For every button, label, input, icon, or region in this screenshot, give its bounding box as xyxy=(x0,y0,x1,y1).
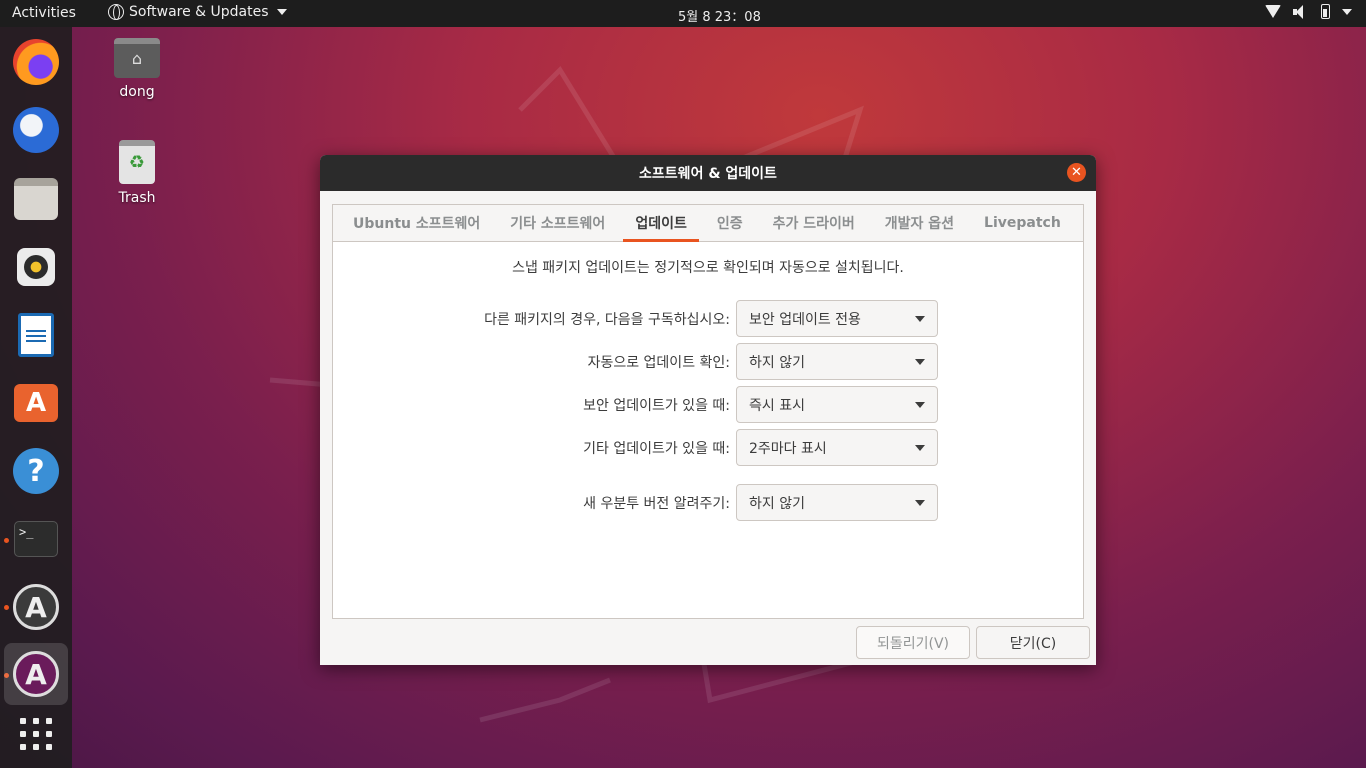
tab-notebook: Ubuntu 소프트웨어 기타 소프트웨어 업데이트 인증 추가 드라이버 개발… xyxy=(332,204,1084,619)
auto-check-label: 자동으로 업데이트 확인: xyxy=(587,354,730,371)
subscribe-select[interactable]: 보안 업데이트 전용 xyxy=(736,300,938,337)
software-updates-dialog: 소프트웨어 & 업데이트 ✕ Ubuntu 소프트웨어 기타 소프트웨어 업데이… xyxy=(320,155,1096,665)
snap-info-text: 스냅 패키지 업데이트는 정기적으로 확인되며 자동으로 설치됩니다. xyxy=(512,260,904,276)
new-version-label: 새 우분투 버전 알려주기: xyxy=(583,495,730,512)
dock-terminal[interactable]: >_ xyxy=(10,513,62,565)
top-bar: Activities Software & Updates 5월 8 23：08 xyxy=(0,0,1366,27)
software-icon: A xyxy=(14,384,58,422)
dock: A ? >_ A A xyxy=(0,27,72,768)
other-updates-select[interactable]: 2주마다 표시 xyxy=(736,429,938,466)
auto-check-select[interactable]: 하지 않기 xyxy=(736,343,938,380)
security-updates-value: 즉시 표시 xyxy=(749,397,805,414)
dock-writer[interactable] xyxy=(10,309,62,361)
subscribe-row: 다른 패키지의 경우, 다음을 구독하십시오: 보안 업데이트 전용 xyxy=(484,300,938,337)
writer-icon xyxy=(18,313,54,357)
tab-authentication[interactable]: 인증 xyxy=(705,205,755,241)
auto-check-value: 하지 않기 xyxy=(749,354,805,371)
chevron-down-icon xyxy=(276,9,287,15)
tab-livepatch[interactable]: Livepatch xyxy=(972,205,1073,241)
files-icon xyxy=(14,178,58,220)
dropdown-arrow-icon xyxy=(915,401,925,408)
new-version-row: 새 우분투 버전 알려주기: 하지 않기 xyxy=(583,484,938,521)
desktop-home-folder[interactable]: dong xyxy=(97,38,177,100)
dropdown-arrow-icon xyxy=(915,358,925,365)
desktop-trash[interactable]: Trash xyxy=(97,140,177,206)
subscribe-label: 다른 패키지의 경우, 다음을 구독하십시오: xyxy=(484,311,730,328)
show-apps-icon[interactable] xyxy=(20,718,52,750)
activities-button[interactable]: Activities xyxy=(12,5,76,21)
trash-label: Trash xyxy=(118,190,156,206)
system-menu[interactable] xyxy=(1265,4,1352,19)
battery-icon xyxy=(1321,4,1330,19)
close-button[interactable]: 닫기(C) xyxy=(976,626,1090,659)
revert-button[interactable]: 되돌리기(V) xyxy=(856,626,970,659)
software-updater-icon: A xyxy=(13,584,59,630)
app-menu[interactable]: Software & Updates xyxy=(108,4,287,20)
chevron-down-icon xyxy=(1342,8,1352,15)
dialog-titlebar[interactable]: 소프트웨어 & 업데이트 ✕ xyxy=(320,155,1096,191)
dock-software-properties[interactable]: A xyxy=(4,643,68,705)
trash-icon xyxy=(119,140,155,184)
running-indicator xyxy=(4,605,9,610)
app-menu-label: Software & Updates xyxy=(129,4,269,20)
security-updates-label: 보안 업데이트가 있을 때: xyxy=(583,397,730,414)
rhythmbox-icon xyxy=(17,248,55,286)
tab-developer-options[interactable]: 개발자 옵션 xyxy=(873,205,966,241)
home-folder-label: dong xyxy=(119,84,155,100)
running-indicator xyxy=(4,538,9,543)
dropdown-arrow-icon xyxy=(915,499,925,506)
other-updates-label: 기타 업데이트가 있을 때: xyxy=(583,440,730,457)
tab-bar: Ubuntu 소프트웨어 기타 소프트웨어 업데이트 인증 추가 드라이버 개발… xyxy=(333,205,1083,242)
new-version-value: 하지 않기 xyxy=(749,495,805,512)
other-updates-row: 기타 업데이트가 있을 때: 2주마다 표시 xyxy=(583,429,938,466)
clock[interactable]: 5월 8 23：08 xyxy=(678,6,761,25)
auto-check-row: 자동으로 업데이트 확인: 하지 않기 xyxy=(588,343,938,380)
firefox-icon xyxy=(13,39,59,85)
security-updates-select[interactable]: 즉시 표시 xyxy=(736,386,938,423)
tab-updates[interactable]: 업데이트 xyxy=(623,205,699,242)
help-icon: ? xyxy=(13,448,59,494)
software-properties-icon: A xyxy=(13,651,59,697)
globe-icon xyxy=(108,4,124,20)
dock-software[interactable]: A xyxy=(10,377,62,429)
home-folder-icon xyxy=(114,38,160,78)
dock-firefox[interactable] xyxy=(10,36,62,88)
dropdown-arrow-icon xyxy=(915,315,925,322)
dialog-title: 소프트웨어 & 업데이트 xyxy=(639,166,777,182)
dock-software-updater[interactable]: A xyxy=(10,581,62,633)
dock-help[interactable]: ? xyxy=(10,445,62,497)
volume-icon xyxy=(1293,4,1309,19)
tab-other-software[interactable]: 기타 소프트웨어 xyxy=(498,205,617,241)
thunderbird-icon xyxy=(13,107,59,153)
terminal-icon: >_ xyxy=(14,521,58,557)
wifi-icon xyxy=(1265,4,1281,19)
dock-thunderbird[interactable] xyxy=(10,104,62,156)
dock-files[interactable] xyxy=(10,173,62,225)
new-version-select[interactable]: 하지 않기 xyxy=(736,484,938,521)
other-updates-value: 2주마다 표시 xyxy=(749,440,827,457)
tab-ubuntu-software[interactable]: Ubuntu 소프트웨어 xyxy=(341,205,492,241)
tab-additional-drivers[interactable]: 추가 드라이버 xyxy=(761,205,867,241)
dock-rhythmbox[interactable] xyxy=(10,241,62,293)
close-icon[interactable]: ✕ xyxy=(1067,163,1086,182)
dropdown-arrow-icon xyxy=(915,444,925,451)
security-updates-row: 보안 업데이트가 있을 때: 즉시 표시 xyxy=(583,386,938,423)
subscribe-value: 보안 업데이트 전용 xyxy=(749,311,861,328)
